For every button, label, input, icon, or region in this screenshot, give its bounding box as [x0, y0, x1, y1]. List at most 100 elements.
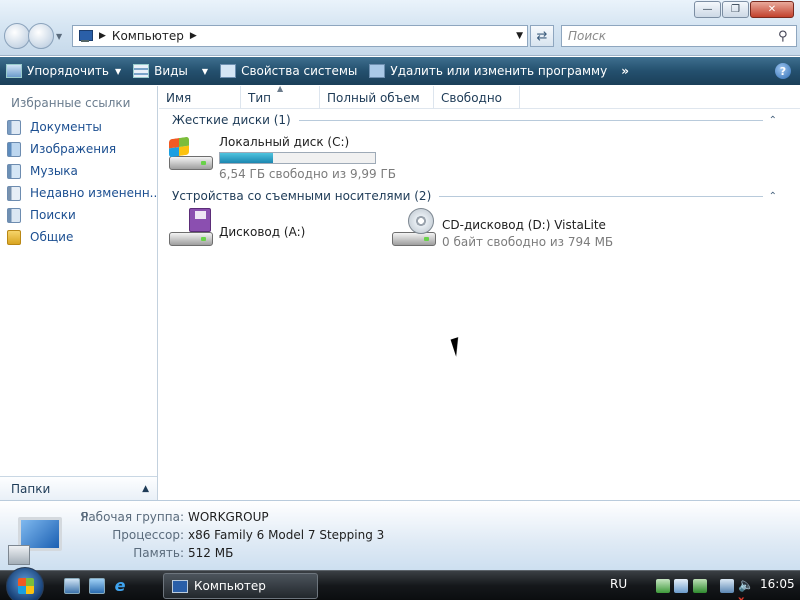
chevron-up-icon[interactable]: ▲	[142, 484, 149, 494]
search-box[interactable]: Поиск ⚲	[561, 25, 797, 47]
views-icon	[133, 64, 150, 78]
detail-label: Процессор:	[112, 528, 184, 542]
system-properties-button[interactable]: Свойства системы	[220, 64, 357, 78]
breadcrumb-separator-icon[interactable]: ▶	[99, 31, 106, 41]
nav-item-label: Изображения	[30, 142, 117, 156]
start-button[interactable]	[6, 567, 44, 600]
organize-label: Упорядочить	[27, 64, 109, 78]
chevron-down-icon: ▼	[201, 66, 209, 76]
hard-drive-icon	[167, 132, 215, 180]
nav-item-recently-changed[interactable]: Недавно измененн...	[0, 182, 157, 204]
nav-item-label: Поиски	[30, 208, 76, 222]
drive-a-text: Дисковод (A:)	[219, 208, 305, 256]
close-button[interactable]: ✕	[750, 1, 794, 18]
group-removable-storage[interactable]: Устройства со съемными носителями (2) ⌃	[172, 189, 777, 203]
details-pane: Я Рабочая группа: WORKGROUP Процессор: x…	[0, 500, 800, 570]
drive-d-text: CD-дисковод (D:) VistaLite 0 байт свобод…	[442, 208, 613, 256]
capacity-bar	[219, 152, 376, 164]
navigation-buttons: ▼	[4, 23, 62, 49]
drive-free-space: 0 байт свободно из 794 МБ	[442, 235, 614, 249]
views-button[interactable]: Виды ▼	[133, 64, 208, 78]
tray-update-icon[interactable]	[693, 579, 707, 593]
column-type-label: Тип	[248, 90, 271, 105]
sort-arrow-icon: ▲	[277, 84, 284, 93]
drive-c-text: Локальный диск (C:) 6,54 ГБ свободно из …	[219, 132, 396, 181]
nav-item-documents[interactable]: Документы	[0, 116, 157, 138]
drive-item-a[interactable]: Дисковод (A:)	[167, 208, 305, 256]
folders-bar[interactable]: Папки ▲	[0, 476, 157, 500]
language-indicator[interactable]: RU	[610, 577, 627, 591]
nav-item-label: Недавно измененн...	[30, 186, 157, 200]
nav-item-label: Документы	[30, 120, 102, 134]
drive-item-c[interactable]: Локальный диск (C:) 6,54 ГБ свободно из …	[167, 132, 396, 181]
taskbar: e Компьютер RU 🔈x 16:05	[0, 567, 800, 600]
nav-item-public[interactable]: Общие	[0, 226, 157, 248]
minimize-button[interactable]: —	[694, 1, 721, 18]
detail-workgroup: Рабочая группа: WORKGROUP	[80, 510, 269, 524]
uninstall-program-label: Удалить или изменить программу	[390, 64, 608, 78]
command-bar: Упорядочить ▼ Виды ▼ Свойства системы Уд…	[0, 57, 800, 85]
show-desktop-icon[interactable]	[64, 578, 80, 594]
capacity-bar-fill	[220, 153, 274, 163]
column-total-size[interactable]: Полный объем	[320, 86, 434, 109]
computer-monitor-icon	[8, 515, 64, 565]
detail-label: Рабочая группа:	[81, 510, 184, 524]
detail-label: Память:	[133, 546, 184, 560]
documents-icon	[7, 119, 21, 135]
uninstall-program-button[interactable]: Удалить или изменить программу	[369, 64, 607, 78]
organize-button[interactable]: Упорядочить ▼	[6, 64, 121, 78]
favorite-links-list: Документы Изображения Музыка Недавно изм…	[0, 116, 157, 248]
tray-security-icon[interactable]	[674, 579, 688, 593]
nav-item-label: Общие	[30, 230, 74, 244]
maximize-button[interactable]: ❐	[722, 1, 749, 18]
nav-item-searches[interactable]: Поиски	[0, 204, 157, 226]
pictures-icon	[7, 141, 21, 157]
tray-volume-muted-icon[interactable]: 🔈x	[738, 579, 754, 600]
chevron-up-icon[interactable]: ⌃	[769, 115, 777, 126]
nav-item-pictures[interactable]: Изображения	[0, 138, 157, 160]
refresh-button[interactable]: ⇄	[530, 25, 554, 47]
refresh-icon: ⇄	[536, 28, 548, 44]
drive-name: Дисковод (A:)	[219, 225, 306, 239]
search-input[interactable]: Поиск	[568, 29, 778, 43]
tray-display-icon[interactable]	[720, 579, 734, 593]
breadcrumb-computer[interactable]: Компьютер	[112, 29, 184, 43]
folders-label: Папки	[11, 481, 51, 496]
nav-item-music[interactable]: Музыка	[0, 160, 157, 182]
floppy-drive-icon	[167, 208, 215, 256]
back-button[interactable]	[4, 23, 30, 49]
drive-item-d[interactable]: CD-дисковод (D:) VistaLite 0 байт свобод…	[390, 208, 613, 256]
help-icon[interactable]: ?	[775, 63, 791, 79]
system-properties-label: Свойства системы	[241, 64, 358, 78]
title-bar: — ❐ ✕ ▼ ▶ Компьютер ▶ ▼ ⇄ Поиск ⚲	[0, 0, 800, 56]
uninstall-program-icon	[369, 64, 386, 78]
recently-changed-icon	[7, 185, 21, 201]
column-free-space[interactable]: Свободно	[434, 86, 520, 109]
public-folder-icon	[7, 229, 21, 245]
system-properties-icon	[220, 64, 237, 78]
detail-memory: Память: 512 МБ	[80, 546, 233, 560]
switch-windows-icon[interactable]	[89, 578, 105, 594]
group-divider	[439, 195, 763, 197]
views-label: Виды	[154, 64, 188, 78]
drive-name: CD-дисковод (D:) VistaLite	[442, 218, 606, 232]
column-name[interactable]: Имя	[159, 86, 241, 109]
group-hard-disks[interactable]: Жесткие диски (1) ⌃	[172, 113, 777, 127]
content-pane: Имя Тип ▲ Полный объем Свободно Жесткие …	[159, 84, 800, 500]
drive-name: Локальный диск (C:)	[219, 135, 350, 149]
internet-explorer-icon[interactable]: e	[112, 578, 128, 594]
address-bar[interactable]: ▶ Компьютер ▶ ▼	[72, 25, 528, 47]
more-commands-button[interactable]: »	[621, 64, 629, 78]
column-type[interactable]: Тип ▲	[241, 84, 320, 109]
clock[interactable]: 16:05	[760, 577, 795, 591]
chevron-up-icon[interactable]: ⌃	[769, 191, 777, 202]
tray-network-icon[interactable]	[656, 579, 670, 593]
chevron-down-icon: ▼	[114, 66, 122, 76]
breadcrumb-arrow-icon[interactable]: ▶	[190, 31, 197, 41]
forward-button[interactable]	[28, 23, 54, 49]
search-icon[interactable]: ⚲	[778, 29, 796, 44]
taskbar-button-computer[interactable]: Компьютер	[163, 573, 318, 599]
recent-pages-dropdown[interactable]: ▼	[56, 32, 62, 41]
address-dropdown-icon[interactable]: ▼	[516, 31, 523, 41]
cd-drive-icon	[390, 208, 438, 256]
